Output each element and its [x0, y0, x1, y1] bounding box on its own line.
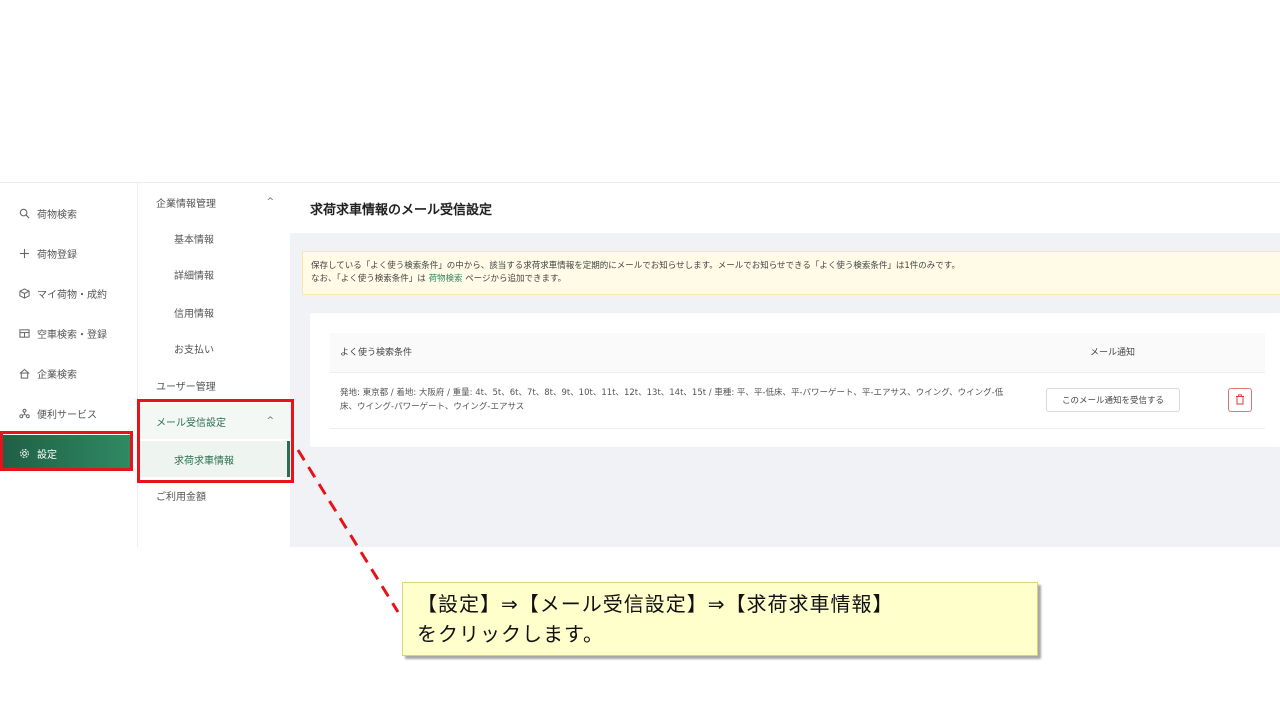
callout-line-2: をクリックします。: [417, 622, 604, 646]
instruction-callout: 【設定】⇒【メール受信設定】⇒【求荷求車情報】 をクリックします。: [402, 582, 1038, 656]
callout-line-1: 【設定】⇒【メール受信設定】⇒【求荷求車情報】: [417, 592, 894, 616]
